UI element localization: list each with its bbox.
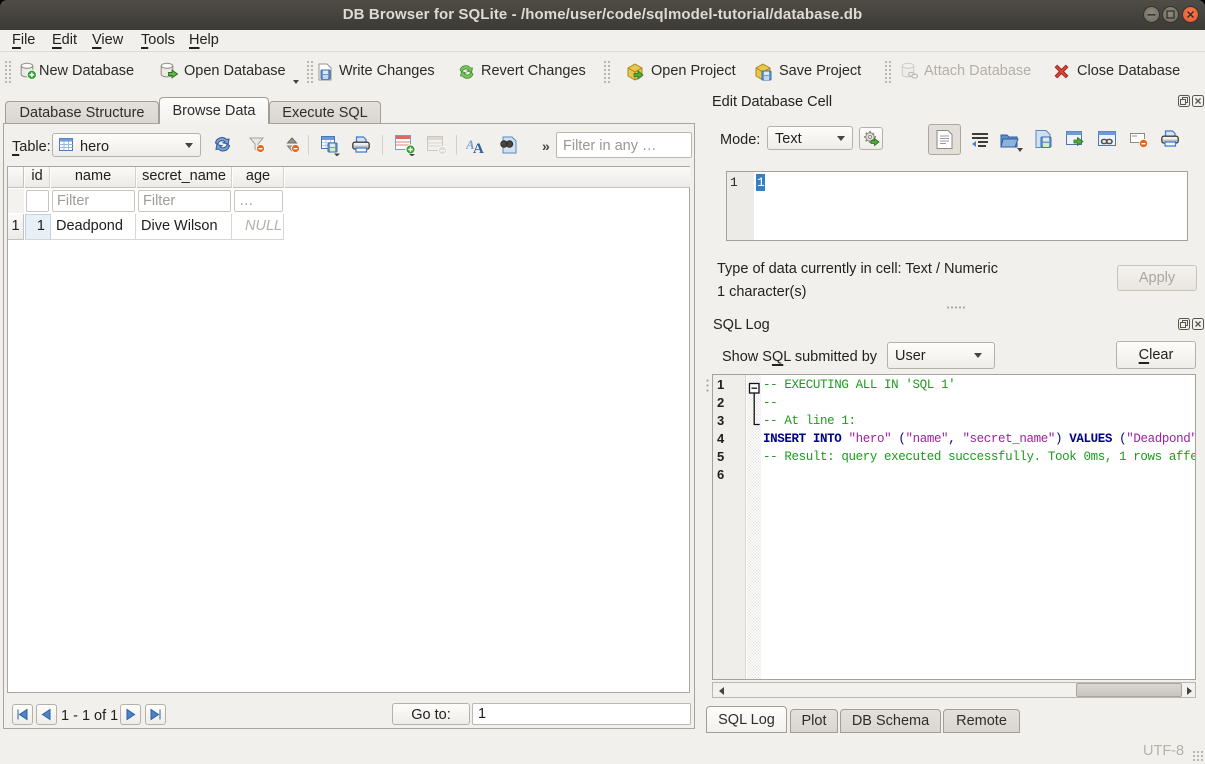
svg-text:A: A [473,141,484,155]
